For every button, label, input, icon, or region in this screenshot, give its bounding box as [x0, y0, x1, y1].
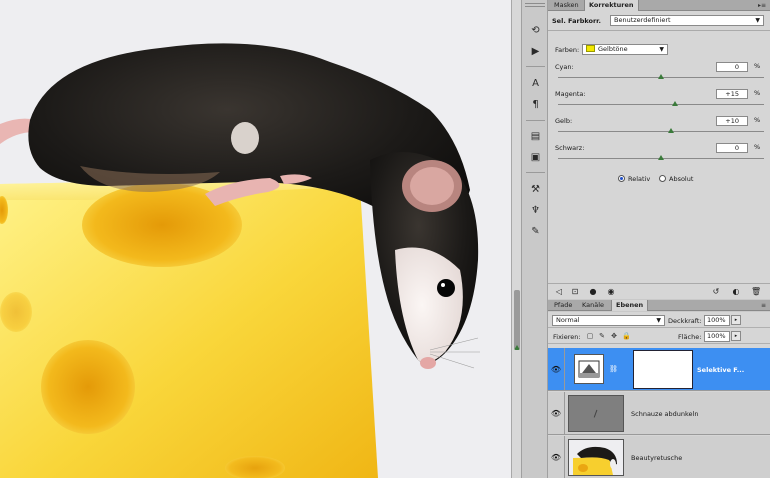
fill-input[interactable]: 100%: [704, 331, 730, 342]
tab-kanaele[interactable]: Kanäle: [578, 300, 608, 311]
layer-thumbnail-gray: [568, 395, 624, 432]
lock-image-icon[interactable]: ✎: [598, 332, 606, 340]
eye-icon[interactable]: 👁: [548, 392, 565, 434]
magenta-track[interactable]: [558, 104, 764, 105]
panel-menu-icon[interactable]: ▸≡: [758, 0, 766, 11]
tab-pfade[interactable]: Pfade: [550, 300, 576, 311]
tab-masken[interactable]: Masken: [550, 0, 583, 11]
corrections-footer: ◁ ⊡ ● ◉ ↺ ◐ 🗑: [548, 283, 770, 299]
trash-icon[interactable]: 🗑: [751, 287, 761, 296]
gelb-track[interactable]: [558, 131, 764, 132]
schwarz-unit: %: [754, 143, 761, 151]
yellow-swatch: [586, 45, 595, 52]
layer-name: Beautyretusche: [631, 454, 683, 462]
corrections-header: Sel. Farbkorr. Benutzerdefiniert ▼: [548, 11, 770, 31]
eye-icon[interactable]: 👁: [548, 348, 565, 390]
fill-arrow-icon[interactable]: ▸: [731, 331, 741, 341]
history-icon[interactable]: ⟲: [528, 24, 543, 38]
gelb-slider-thumb[interactable]: [668, 128, 675, 133]
radio-absolut[interactable]: [659, 175, 666, 182]
layers-panel: Normal ▼ Deckkraft: 100% ▸ Fixieren: ▢ ✎…: [548, 312, 770, 478]
layer-name: Selektive F...: [697, 366, 745, 374]
chevron-down-icon: ▼: [755, 17, 760, 24]
notes-icon[interactable]: ✎: [528, 225, 543, 239]
blend-mode-value: Normal: [556, 316, 580, 324]
absolut-label: Absolut: [669, 175, 694, 183]
schwarz-slider-thumb[interactable]: [658, 155, 664, 160]
document-canvas[interactable]: [0, 0, 511, 478]
gelb-unit: %: [754, 116, 761, 124]
previous-state-icon[interactable]: ↺: [711, 287, 721, 296]
character-icon[interactable]: A: [528, 77, 543, 91]
adjustment-layer-icon: [574, 354, 604, 384]
cyan-unit: %: [754, 62, 761, 70]
panel-menu-icon[interactable]: ≡: [761, 300, 766, 311]
gelb-value-input[interactable]: +10: [716, 116, 748, 126]
magenta-value-input[interactable]: +15: [716, 89, 748, 99]
back-to-list-icon[interactable]: ◁: [554, 287, 564, 296]
lock-label: Fixieren:: [553, 333, 581, 341]
opacity-input[interactable]: 100%: [704, 315, 730, 326]
panel-dock: ⟲ ▶ A ¶ ▤ ▣ ⚒ ♆ ✎: [521, 0, 548, 478]
layer-name: Schnauze abdunkeln: [631, 410, 699, 418]
layers-tabbar: Pfade Kanäle Ebenen ≡: [548, 300, 770, 311]
brushes-icon[interactable]: ♆: [528, 204, 543, 218]
clip-to-layer-icon[interactable]: ●: [588, 287, 598, 296]
visibility-eye-icon[interactable]: ◉: [606, 287, 616, 296]
gelb-label: Gelb:: [555, 117, 573, 125]
schwarz-value-input[interactable]: 0: [716, 143, 748, 153]
cyan-value-input[interactable]: 0: [716, 62, 748, 72]
chevron-down-icon: ▼: [656, 317, 661, 324]
paragraph-icon[interactable]: ¶: [528, 98, 543, 112]
preset-select[interactable]: Benutzerdefiniert ▼: [610, 15, 764, 26]
actions-icon[interactable]: ▶: [528, 45, 543, 59]
magenta-label: Magenta:: [555, 90, 586, 98]
expand-view-icon[interactable]: ⊡: [570, 287, 580, 296]
adjustment-title: Sel. Farbkorr.: [552, 17, 601, 25]
blend-mode-select[interactable]: Normal ▼: [552, 315, 665, 326]
magenta-unit: %: [754, 89, 761, 97]
colors-value: Gelbtöne: [598, 45, 628, 53]
schwarz-label: Schwarz:: [555, 144, 585, 152]
eye-icon[interactable]: 👁: [548, 436, 565, 478]
relativ-label: Relativ: [628, 175, 651, 183]
colors-select[interactable]: Gelbtöne ▼: [582, 44, 668, 55]
lock-transparent-icon[interactable]: ▢: [586, 332, 594, 340]
preset-value: Benutzerdefiniert: [614, 16, 671, 24]
tab-ebenen[interactable]: Ebenen: [611, 300, 649, 311]
layer-row-beautyretusche[interactable]: 👁 Beautyretusche: [548, 436, 770, 478]
tab-korrekturen[interactable]: Korrekturen: [584, 0, 639, 11]
layer-mask-thumbnail[interactable]: [633, 350, 693, 389]
colors-label: Farben:: [555, 46, 580, 54]
scroll-thumb[interactable]: [514, 290, 520, 350]
cyan-slider-thumb[interactable]: [658, 74, 664, 79]
lock-all-icon[interactable]: 🔒: [622, 332, 631, 340]
opacity-label: Deckkraft:: [668, 317, 702, 325]
clone-source-icon[interactable]: ▤: [528, 130, 543, 144]
dock-grip[interactable]: [525, 3, 545, 7]
canvas-scrollbar[interactable]: [511, 0, 521, 478]
tool-presets-icon[interactable]: ⚒: [528, 183, 543, 197]
layer-thumbnail-photo: [568, 439, 624, 476]
layer-row-selektive-farbkorrektur[interactable]: 👁 ⛓ Selektive F...: [548, 348, 770, 391]
opacity-arrow-icon[interactable]: ▸: [731, 315, 741, 325]
link-chain-icon[interactable]: ⛓: [609, 365, 618, 373]
corrections-panel: Sel. Farbkorr. Benutzerdefiniert ▼ Farbe…: [548, 11, 770, 299]
cyan-label: Cyan:: [555, 63, 574, 71]
layer-row-schnauze-abdunkeln[interactable]: 👁 Schnauze abdunkeln: [548, 392, 770, 435]
brush-presets-icon[interactable]: ▣: [528, 151, 543, 165]
lock-position-icon[interactable]: ✥: [610, 332, 618, 340]
layer-blend-row: Normal ▼ Deckkraft: 100% ▸: [548, 312, 770, 328]
layer-lock-row: Fixieren: ▢ ✎ ✥ 🔒 Fläche: 100% ▸: [548, 328, 770, 344]
magenta-slider-thumb[interactable]: [672, 101, 679, 106]
reset-icon[interactable]: ◐: [731, 287, 741, 296]
radio-relativ[interactable]: [618, 175, 625, 182]
photo-mouse-on-cheese: [0, 0, 511, 478]
corrections-tabbar: Masken Korrekturen ▸≡: [548, 0, 770, 11]
right-panels: Masken Korrekturen ▸≡ Sel. Farbkorr. Ben…: [548, 0, 770, 478]
chevron-down-icon: ▼: [659, 46, 664, 53]
fill-label: Fläche:: [678, 333, 702, 341]
